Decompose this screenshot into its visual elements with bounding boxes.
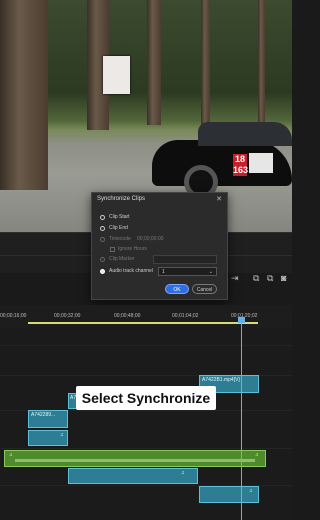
radio-button-selected[interactable] xyxy=(100,269,105,274)
rally-number-plate: 18 163 xyxy=(233,154,249,176)
audio-clip[interactable]: ♫ xyxy=(28,430,68,446)
dialog-title: Synchronize Clips xyxy=(97,196,146,202)
timecode-value[interactable]: 00;00;00;00 xyxy=(137,236,163,242)
audio-clip[interactable]: ♫ xyxy=(199,486,259,503)
playhead-line[interactable] xyxy=(241,317,242,520)
radio-button[interactable] xyxy=(100,237,105,242)
roadside-sign xyxy=(103,56,130,94)
ruler-tick-label: 00;01;04;02 xyxy=(172,313,199,319)
radio-button[interactable] xyxy=(100,215,105,220)
option-label: Timecode xyxy=(109,236,131,242)
ruler-tick-label: 00;00;48;00 xyxy=(114,313,141,319)
option-label: Clip Start xyxy=(109,214,130,220)
audio-clip[interactable]: ♫ xyxy=(68,468,198,484)
clip-label: A7422B1.mp4[V] xyxy=(202,377,240,383)
sponsor-sticker xyxy=(249,153,273,173)
video-clip[interactable]: A742289... xyxy=(28,410,68,428)
radio-button[interactable] xyxy=(100,226,105,231)
clip-marker-select[interactable] xyxy=(153,255,217,264)
compare-icon[interactable]: ⧉ xyxy=(253,273,259,284)
car-window xyxy=(198,122,292,146)
track-divider xyxy=(0,448,292,449)
audio-icon: ♫ xyxy=(249,488,253,494)
audio-channel-value: 1 xyxy=(162,269,165,275)
camera-icon[interactable]: ◙ xyxy=(281,273,286,283)
option-label: Audio track channel xyxy=(109,268,153,274)
cancel-button[interactable]: Cancel xyxy=(192,284,217,294)
clip-label: A742289... xyxy=(31,412,56,418)
work-area-bar[interactable] xyxy=(28,322,258,324)
audio-icon: ♫ xyxy=(9,452,13,458)
checkbox-label: Ignore Hours xyxy=(118,246,147,252)
tree-trunk xyxy=(147,0,161,125)
option-label: Clip Marker xyxy=(109,256,135,262)
ok-button[interactable]: OK xyxy=(165,284,189,294)
audio-icon: ♫ xyxy=(60,432,64,438)
close-icon[interactable]: ✕ xyxy=(216,195,222,203)
radio-button[interactable] xyxy=(100,257,105,262)
plate-number-top: 18 xyxy=(234,154,245,164)
track-divider xyxy=(0,345,292,346)
multicam-icon[interactable]: ⧉ xyxy=(267,273,273,284)
audio-channel-select[interactable]: 1 ⌄ xyxy=(158,267,217,276)
option-label: Clip End xyxy=(109,225,128,231)
ruler-tick-label: 00;00;16;00 xyxy=(0,313,27,319)
ruler-tick-label: 00;00;32;00 xyxy=(54,313,81,319)
chevron-down-icon: ⌄ xyxy=(208,269,213,275)
checkbox[interactable] xyxy=(110,247,115,252)
audio-icon: ♫ xyxy=(181,470,185,476)
export-frame-icon[interactable]: ⇥ xyxy=(231,273,239,284)
playhead-handle[interactable] xyxy=(238,317,245,323)
tree-trunk xyxy=(201,0,210,125)
audio-waveform xyxy=(15,459,255,462)
audio-clip-main[interactable]: ♫ ♫ xyxy=(4,450,266,467)
tree-trunk xyxy=(0,0,48,190)
tutorial-caption: Select Synchronize xyxy=(76,386,216,410)
plate-number-bottom: 163 xyxy=(233,165,249,175)
synchronize-clips-dialog: Synchronize Clips ✕ Clip Start Clip End … xyxy=(91,192,228,300)
audio-icon: ♫ xyxy=(255,452,259,458)
tree-trunk xyxy=(258,0,265,125)
